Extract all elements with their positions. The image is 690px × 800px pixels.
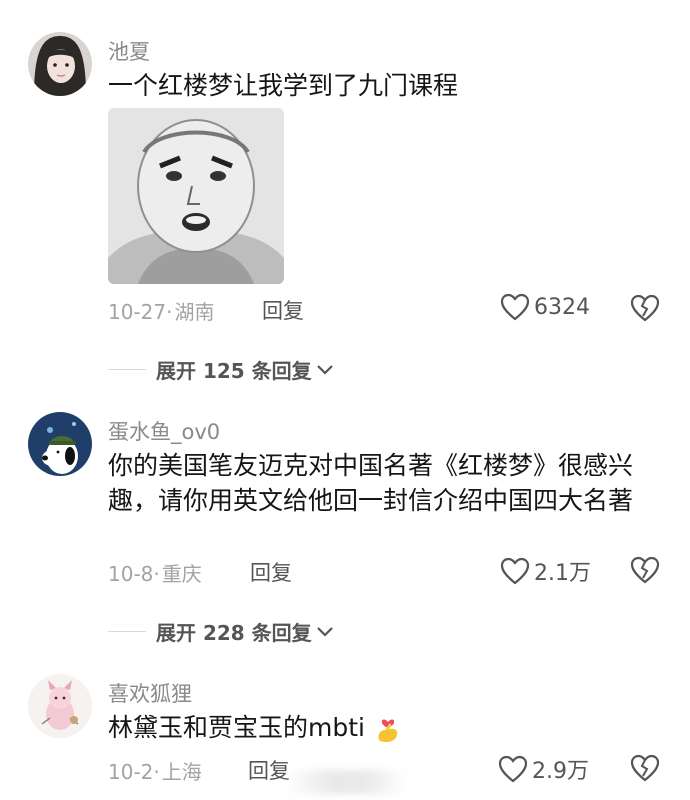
sticker-image[interactable] bbox=[108, 108, 284, 284]
chevron-down-icon bbox=[316, 364, 333, 375]
avatar[interactable] bbox=[28, 412, 92, 476]
comment-location: 重庆 bbox=[161, 562, 202, 586]
broken-heart-icon bbox=[630, 556, 660, 584]
meta-separator: · bbox=[153, 562, 160, 586]
divider bbox=[108, 369, 146, 370]
reply-button[interactable]: 回复 bbox=[248, 755, 290, 785]
username[interactable]: 蛋水鱼_ov0 bbox=[108, 416, 220, 446]
expand-label: 展开 125 条回复 bbox=[156, 359, 312, 383]
avatar[interactable] bbox=[28, 674, 92, 738]
broken-heart-icon bbox=[630, 754, 660, 782]
like-button[interactable]: 2.9万 bbox=[498, 753, 589, 785]
username[interactable]: 池夏 bbox=[108, 36, 150, 66]
comment-date: 10-2 bbox=[108, 760, 154, 784]
expand-label: 展开 228 条回复 bbox=[156, 621, 312, 645]
comment-text: 你的美国笔友迈克对中国名著《红楼梦》很感兴趣，请你用英文给他回一封信介绍中国四大… bbox=[108, 451, 634, 515]
comment-location: 上海 bbox=[161, 760, 202, 784]
reply-button[interactable]: 回复 bbox=[262, 295, 304, 325]
meta-separator: · bbox=[153, 760, 160, 784]
username[interactable]: 喜欢狐狸 bbox=[108, 678, 192, 708]
comment-date: 10-8 bbox=[108, 562, 154, 586]
chevron-down-icon bbox=[316, 626, 333, 637]
like-count: 2.1万 bbox=[534, 561, 591, 586]
broken-heart-icon bbox=[630, 294, 660, 322]
dislike-button[interactable] bbox=[630, 556, 660, 584]
reply-button[interactable]: 回复 bbox=[250, 557, 292, 587]
like-button[interactable]: 2.1万 bbox=[500, 555, 591, 587]
divider bbox=[108, 631, 146, 632]
avatar[interactable] bbox=[28, 32, 92, 96]
comment-meta: 10-2· 上海 bbox=[108, 756, 202, 785]
meta-separator: · bbox=[166, 300, 173, 324]
like-count: 6324 bbox=[534, 294, 590, 320]
heart-outline-icon bbox=[498, 755, 528, 783]
like-count: 2.9万 bbox=[532, 759, 589, 784]
heart-outline-icon bbox=[500, 557, 530, 585]
comment-text: 林黛玉和贾宝玉的mbti bbox=[108, 710, 653, 745]
comment-meta: 10-27· 湖南 bbox=[108, 296, 214, 325]
heart-outline-icon bbox=[500, 293, 530, 321]
expand-replies[interactable]: 展开 228 条回复 bbox=[108, 617, 334, 646]
comment-date: 10-27 bbox=[108, 300, 167, 324]
comment-text: 一个红楼梦让我学到了九门课程 bbox=[108, 71, 459, 100]
comment-text-content: 林黛玉和贾宝玉的mbti bbox=[108, 713, 365, 742]
expand-replies[interactable]: 展开 125 条回复 bbox=[108, 355, 334, 384]
like-button[interactable]: 6324 bbox=[500, 293, 590, 321]
finger-heart-emoji bbox=[378, 719, 398, 742]
comment-meta: 10-8· 重庆 bbox=[108, 558, 202, 587]
dislike-button[interactable] bbox=[630, 294, 660, 322]
dislike-button[interactable] bbox=[630, 754, 660, 782]
comment-location: 湖南 bbox=[174, 300, 215, 324]
redaction-blur bbox=[285, 770, 405, 794]
